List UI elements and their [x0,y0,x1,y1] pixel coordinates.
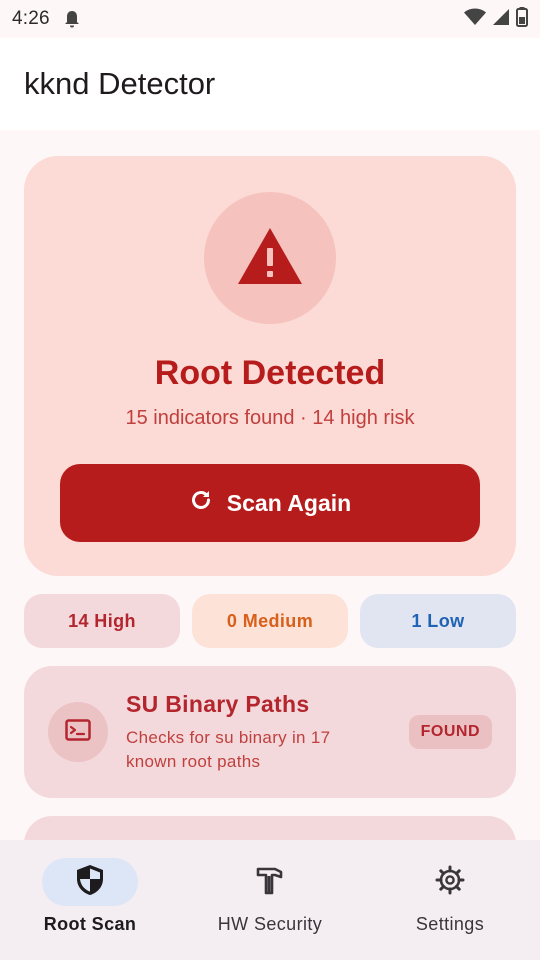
terminal-icon [65,718,91,746]
status-icon-container [204,192,336,324]
nav-label-root-scan: Root Scan [43,914,137,934]
cell-signal-icon [492,8,510,31]
bottom-navigation: Root Scan HW Security Settings [0,840,540,960]
hammer-icon [255,864,285,901]
scan-again-label: Scan Again [226,489,352,516]
severity-counters: 14 High 0 Medium 1 Low [24,594,516,648]
nav-indicator [402,858,498,906]
warning-triangle-icon [236,226,304,291]
result-summary: 15 indicators found · 14 high risk [125,407,415,429]
check-description: Checks for su binary in 17 known root pa… [126,727,331,771]
nav-item-root-scan[interactable]: Root Scan [0,840,180,960]
wifi-icon [464,8,486,31]
nav-active-indicator [42,858,138,906]
scan-again-button[interactable]: Scan Again [60,464,480,542]
check-title: SU Binary Paths [126,690,310,717]
notification-bell-icon [64,10,80,28]
high-count-chip: 14 High [24,594,180,648]
medium-count-chip: 0 Medium [192,594,348,648]
screen: 4:26 kknd Detector Root Detected 15 indi… [0,0,540,960]
low-count-chip: 1 Low [360,594,516,648]
nav-item-hw-security[interactable]: HW Security [180,840,360,960]
check-texts: SU Binary Paths Checks for su binary in … [126,691,409,774]
nav-label-hw-security: HW Security [217,914,323,934]
root-status-card: Root Detected 15 indicators found · 14 h… [24,156,516,576]
check-icon-container [48,702,108,762]
battery-icon [516,6,528,32]
result-title: Root Detected [154,354,386,392]
nav-label-settings: Settings [415,914,485,934]
status-time: 4:26 [12,8,50,29]
nav-indicator [222,858,318,906]
nav-item-settings[interactable]: Settings [360,840,540,960]
gear-icon [434,864,466,901]
status-bar: 4:26 [0,0,540,38]
status-icons [464,6,528,32]
found-badge: FOUND [408,715,492,749]
app-bar: kknd Detector [0,38,540,130]
app-title: kknd Detector [24,66,216,101]
refresh-icon [189,488,213,518]
shield-icon [75,864,105,901]
check-card-su-binary[interactable]: SU Binary Paths Checks for su binary in … [24,666,516,798]
